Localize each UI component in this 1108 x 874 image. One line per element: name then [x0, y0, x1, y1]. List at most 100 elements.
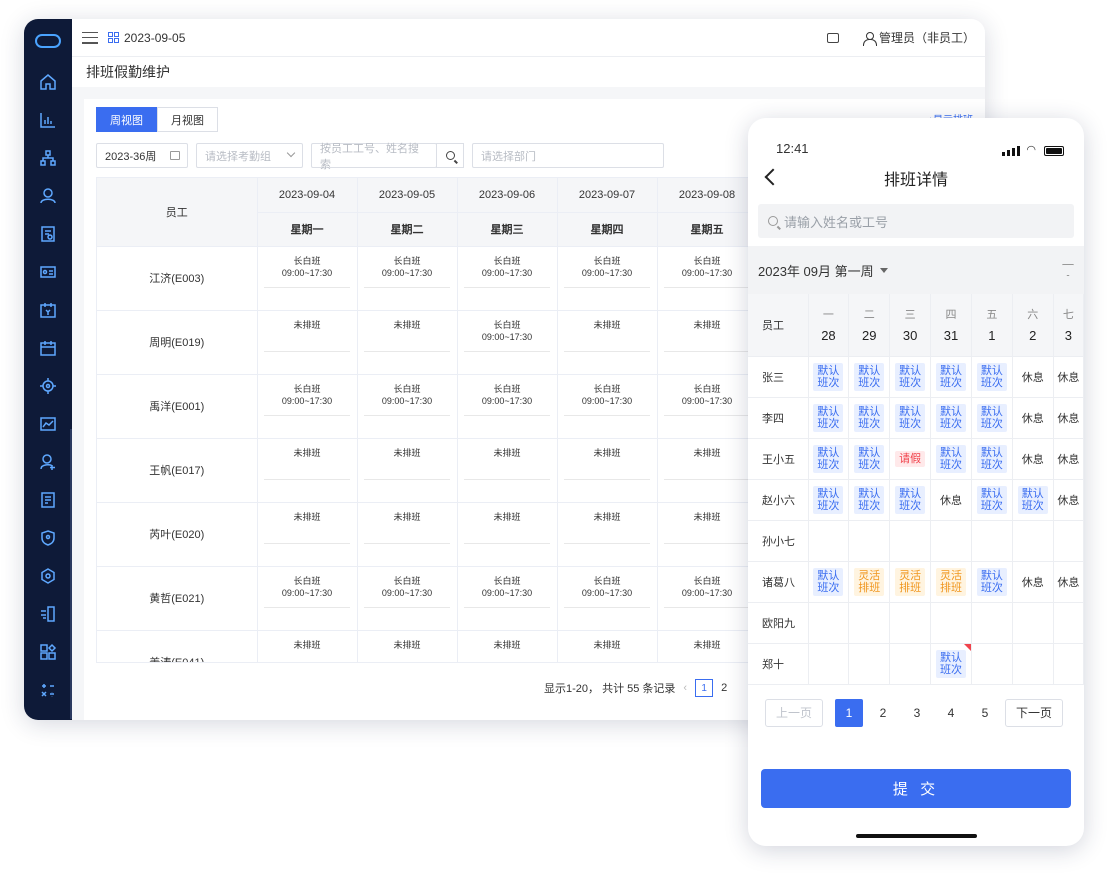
- phone-schedule-cell[interactable]: [808, 602, 850, 644]
- id-card-icon[interactable]: [24, 253, 72, 291]
- phone-schedule-cell[interactable]: 休息: [1012, 397, 1054, 439]
- filter-icon[interactable]: [1062, 264, 1074, 276]
- phone-schedule-cell[interactable]: [971, 602, 1013, 644]
- phone-schedule-cell[interactable]: [848, 643, 891, 685]
- phone-schedule-cell[interactable]: 默认 班次: [808, 397, 850, 439]
- phone-schedule-cell[interactable]: 默认 班次: [971, 438, 1013, 480]
- schedule-cell[interactable]: 长白班 09:00~17:30: [457, 566, 558, 631]
- schedule-cell[interactable]: 未排班: [457, 502, 558, 567]
- tab-month-view[interactable]: 月视图: [157, 107, 218, 132]
- schedule-cell[interactable]: 长白班 09:00~17:30: [557, 566, 658, 631]
- phone-schedule-cell[interactable]: [930, 602, 972, 644]
- phone-schedule-cell[interactable]: [1053, 602, 1084, 644]
- page-2-button[interactable]: 2: [721, 682, 727, 694]
- schedule-cell[interactable]: 长白班 09:00~17:30: [657, 374, 758, 439]
- user-name[interactable]: 管理员（非员工）: [879, 29, 975, 46]
- phone-schedule-cell[interactable]: 休息: [1012, 356, 1054, 398]
- target-icon[interactable]: [24, 367, 72, 405]
- calendar-icon[interactable]: [24, 329, 72, 367]
- schedule-cell[interactable]: 长白班 09:00~17:30: [357, 566, 458, 631]
- schedule-cell[interactable]: 未排班: [457, 438, 558, 503]
- phone-schedule-cell[interactable]: 灵活 排班: [848, 561, 891, 603]
- phone-schedule-cell[interactable]: 默认 班次: [889, 479, 932, 521]
- phone-schedule-cell[interactable]: 休息: [1053, 479, 1084, 521]
- phone-schedule-cell[interactable]: 默认 班次: [930, 643, 972, 685]
- prev-page-button[interactable]: 上一页: [765, 698, 824, 727]
- schedule-cell[interactable]: 未排班: [357, 502, 458, 567]
- phone-schedule-cell[interactable]: 默认 班次: [808, 561, 850, 603]
- phone-schedule-cell[interactable]: 默认 班次: [808, 438, 850, 480]
- phone-schedule-cell[interactable]: 默认 班次: [808, 356, 850, 398]
- schedule-cell[interactable]: 未排班: [257, 310, 358, 375]
- hexagon-settings-icon[interactable]: [24, 557, 72, 595]
- back-icon[interactable]: [764, 168, 782, 186]
- schedule-cell[interactable]: 未排班: [657, 502, 758, 567]
- search-button[interactable]: [436, 143, 464, 168]
- schedule-cell[interactable]: 未排班: [357, 630, 458, 662]
- phone-schedule-cell[interactable]: 默认 班次: [848, 397, 891, 439]
- schedule-cell[interactable]: 未排班: [657, 438, 758, 503]
- phone-schedule-cell[interactable]: 默认 班次: [848, 479, 891, 521]
- department-select[interactable]: 请选择部门: [472, 143, 664, 168]
- phone-schedule-cell[interactable]: 请假: [889, 438, 932, 480]
- phone-schedule-cell[interactable]: 休息: [1053, 561, 1084, 603]
- transfer-icon[interactable]: [24, 595, 72, 633]
- phone-schedule-cell[interactable]: 默认 班次: [848, 356, 891, 398]
- phone-schedule-cell[interactable]: 休息: [1012, 561, 1054, 603]
- next-page-button[interactable]: 下一页: [1005, 698, 1064, 727]
- shield-icon[interactable]: [24, 519, 72, 557]
- phone-schedule-cell[interactable]: 默认 班次: [889, 356, 932, 398]
- schedule-cell[interactable]: 未排班: [357, 438, 458, 503]
- schedule-cell[interactable]: 未排班: [457, 630, 558, 662]
- phone-schedule-cell[interactable]: 休息: [930, 479, 972, 521]
- page-button[interactable]: 3: [903, 699, 931, 727]
- home-icon[interactable]: [24, 63, 72, 101]
- org-icon[interactable]: [24, 139, 72, 177]
- salary-calendar-icon[interactable]: [24, 291, 72, 329]
- phone-search-input[interactable]: 请输入姓名或工号: [758, 204, 1074, 238]
- phone-schedule-cell[interactable]: 默认 班次: [971, 356, 1013, 398]
- phone-schedule-cell[interactable]: 默认 班次: [1012, 479, 1054, 521]
- page-button[interactable]: 5: [971, 699, 999, 727]
- schedule-cell[interactable]: 长白班 09:00~17:30: [257, 246, 358, 311]
- phone-schedule-cell[interactable]: 默认 班次: [930, 356, 972, 398]
- schedule-cell[interactable]: 未排班: [657, 630, 758, 662]
- phone-schedule-cell[interactable]: 默认 班次: [848, 438, 891, 480]
- schedule-cell[interactable]: 未排班: [557, 630, 658, 662]
- schedule-cell[interactable]: 未排班: [257, 438, 358, 503]
- prev-page-button[interactable]: ‹: [683, 682, 687, 694]
- apps-icon[interactable]: [24, 633, 72, 671]
- phone-schedule-cell[interactable]: 默认 班次: [971, 479, 1013, 521]
- phone-schedule-cell[interactable]: 灵活 排班: [930, 561, 972, 603]
- phone-schedule-cell[interactable]: [1012, 602, 1054, 644]
- schedule-cell[interactable]: 长白班 09:00~17:30: [657, 246, 758, 311]
- schedule-cell[interactable]: 长白班 09:00~17:30: [657, 566, 758, 631]
- schedule-cell[interactable]: 未排班: [357, 310, 458, 375]
- phone-schedule-cell[interactable]: [971, 520, 1013, 562]
- schedule-cell[interactable]: 未排班: [557, 502, 658, 567]
- trend-icon[interactable]: [24, 405, 72, 443]
- week-selector[interactable]: 2023年 09月 第一周: [748, 246, 1084, 294]
- chart-icon[interactable]: [24, 101, 72, 139]
- phone-schedule-cell[interactable]: 默认 班次: [930, 438, 972, 480]
- profile-doc-icon[interactable]: [24, 215, 72, 253]
- phone-schedule-cell[interactable]: 默认 班次: [971, 397, 1013, 439]
- schedule-cell[interactable]: 未排班: [257, 630, 358, 662]
- phone-schedule-cell[interactable]: [1053, 643, 1084, 685]
- phone-schedule-cell[interactable]: 休息: [1053, 438, 1084, 480]
- page-button[interactable]: 4: [937, 699, 965, 727]
- phone-schedule-cell[interactable]: [889, 643, 932, 685]
- phone-schedule-cell[interactable]: [1012, 643, 1054, 685]
- schedule-cell[interactable]: 未排班: [557, 438, 658, 503]
- phone-schedule-cell[interactable]: [889, 520, 932, 562]
- schedule-cell[interactable]: 长白班 09:00~17:30: [457, 246, 558, 311]
- phone-schedule-cell[interactable]: 休息: [1053, 356, 1084, 398]
- menu-collapse-icon[interactable]: [82, 31, 98, 44]
- schedule-cell[interactable]: 未排班: [557, 310, 658, 375]
- report-icon[interactable]: [24, 481, 72, 519]
- schedule-cell[interactable]: 长白班 09:00~17:30: [457, 310, 558, 375]
- phone-schedule-cell[interactable]: 休息: [1012, 438, 1054, 480]
- phone-schedule-cell[interactable]: 默认 班次: [971, 561, 1013, 603]
- submit-button[interactable]: 提 交: [761, 769, 1071, 808]
- calculator-icon[interactable]: [24, 671, 72, 709]
